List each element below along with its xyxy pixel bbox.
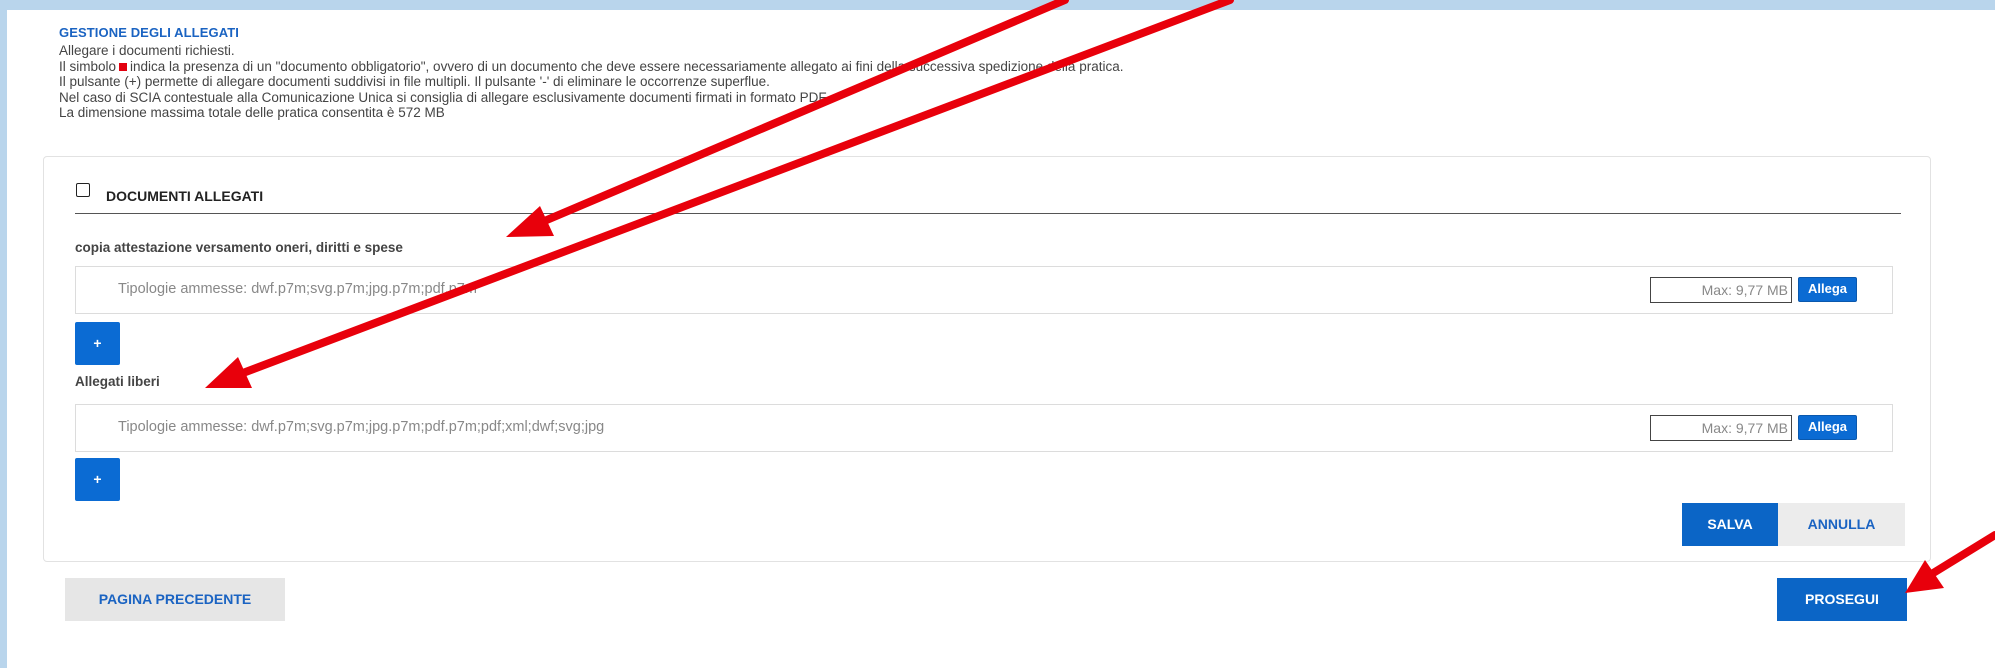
file-upload-row[interactable]: Tipologie ammesse: dwf.p7m;svg.p7m;jpg.p… bbox=[75, 404, 1893, 452]
card-title: DOCUMENTI ALLEGATI bbox=[106, 188, 264, 204]
select-all-checkbox[interactable] bbox=[76, 183, 90, 197]
allowed-types-hint: Tipologie ammesse: dwf.p7m;svg.p7m;jpg.p… bbox=[118, 419, 605, 435]
attach-button[interactable]: Allega bbox=[1798, 415, 1857, 440]
cancel-button[interactable]: ANNULLA bbox=[1778, 503, 1905, 546]
instruction-text: Il simbolo bbox=[59, 58, 117, 74]
instruction-line: Nel caso di SCIA contestuale alla Comuni… bbox=[59, 89, 829, 105]
save-button[interactable]: SALVA bbox=[1682, 503, 1778, 546]
instruction-line: Il pulsante (+) permette di allegare doc… bbox=[59, 74, 770, 89]
add-file-button[interactable]: + bbox=[75, 458, 120, 501]
attachment-group-label: copia attestazione versamento oneri, dir… bbox=[75, 240, 403, 255]
section-title: GESTIONE DEGLI ALLEGATI bbox=[59, 25, 239, 40]
previous-page-button[interactable]: PAGINA PRECEDENTE bbox=[65, 578, 285, 621]
add-file-button[interactable]: + bbox=[75, 322, 120, 365]
allowed-types-hint: Tipologie ammesse: dwf.p7m;svg.p7m;jpg.p… bbox=[118, 281, 477, 297]
attachments-card bbox=[43, 156, 1931, 562]
attachment-group-label: Allegati liberi bbox=[75, 374, 160, 389]
max-size-field: Max: 9,77 MB bbox=[1650, 415, 1792, 441]
instruction-line: Allegare i documenti richiesti. bbox=[59, 43, 235, 58]
instruction-line: Il simbolo indica la presenza di un "docu… bbox=[59, 59, 1559, 75]
instruction-text: indica la presenza di un "documento obbl… bbox=[130, 58, 1124, 74]
required-marker-icon bbox=[119, 62, 128, 71]
attach-button[interactable]: Allega bbox=[1798, 277, 1857, 302]
max-size-field: Max: 9,77 MB bbox=[1650, 277, 1792, 303]
card-header bbox=[75, 185, 1901, 214]
file-upload-row[interactable]: Tipologie ammesse: dwf.p7m;svg.p7m;jpg.p… bbox=[75, 266, 1893, 314]
instruction-line: La dimensione massima totale delle prati… bbox=[59, 105, 445, 120]
continue-button[interactable]: PROSEGUI bbox=[1777, 578, 1907, 621]
instructions-text: Allegare i documenti richiesti. Il simbo… bbox=[59, 43, 1559, 121]
